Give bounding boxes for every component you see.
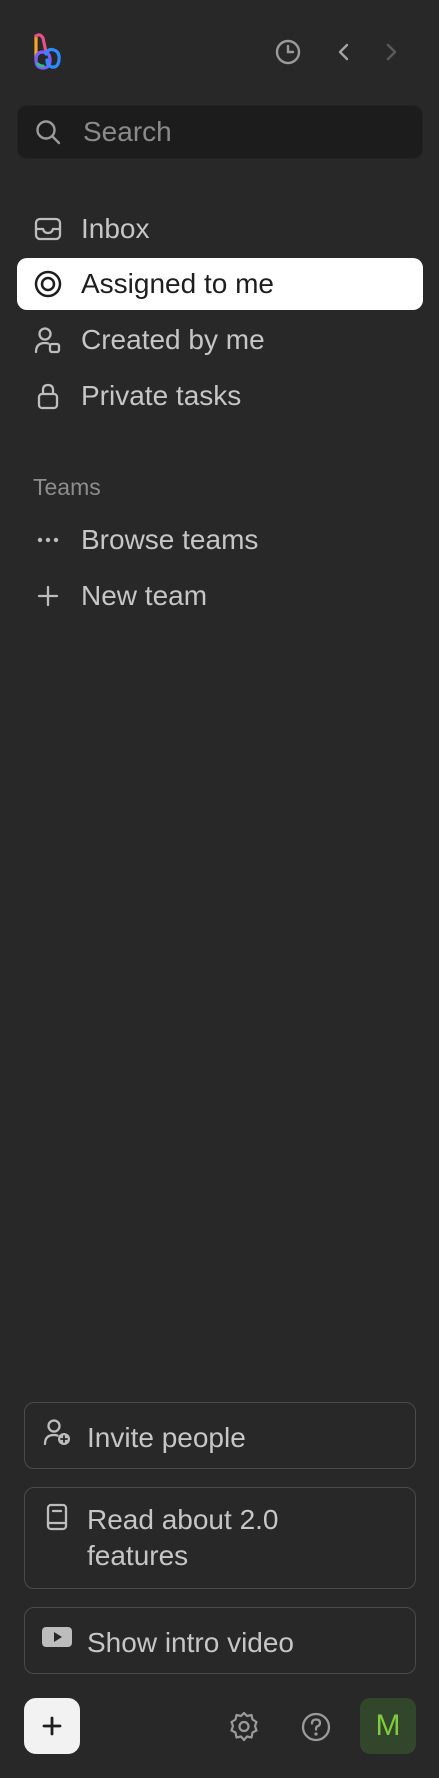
app-logo-icon[interactable] (30, 30, 66, 74)
invite-people-label: Invite people (87, 1422, 246, 1453)
teams-section-label: Teams (33, 474, 101, 500)
nav-item-label: Assigned to me (81, 268, 274, 299)
invite-people-button[interactable]: Invite people (24, 1402, 416, 1469)
inbox-icon (32, 213, 64, 245)
user-created-icon (32, 324, 64, 356)
avatar[interactable]: M (360, 1698, 416, 1754)
nav-item-assigned-to-me[interactable]: Assigned to me (17, 258, 423, 310)
plus-icon (42, 1716, 62, 1736)
top-bar (0, 30, 439, 74)
avatar-initial: M (375, 1709, 401, 1742)
show-intro-video-button[interactable]: Show intro video (24, 1607, 416, 1674)
nav-item-browse-teams[interactable]: Browse teams (17, 514, 423, 566)
search-input[interactable] (83, 116, 383, 148)
clock-icon[interactable] (272, 36, 304, 68)
nav-item-label: Inbox (81, 213, 150, 244)
nav-item-label: Private tasks (81, 380, 242, 411)
search-bar[interactable] (17, 105, 423, 159)
add-button[interactable] (24, 1698, 80, 1754)
target-icon (32, 268, 64, 300)
lock-icon (32, 380, 64, 412)
read-features-label: Read about 2.0 features (87, 1504, 279, 1571)
nav-item-inbox[interactable]: Inbox (17, 203, 423, 255)
nav-item-label: Browse teams (81, 524, 259, 555)
user-add-icon (41, 1416, 73, 1448)
read-features-button[interactable]: Read about 2.0 features (24, 1487, 416, 1589)
plus-icon (32, 580, 64, 612)
sidebar: Inbox Assigned to me Created by me (0, 0, 439, 1778)
chevron-left-icon[interactable] (328, 36, 360, 68)
nav-item-label: New team (81, 580, 208, 611)
show-intro-video-label: Show intro video (87, 1627, 295, 1658)
chevron-right-icon[interactable] (375, 36, 407, 68)
nav-item-new-team[interactable]: New team (17, 570, 423, 622)
nav-item-private-tasks[interactable]: Private tasks (17, 370, 423, 422)
nav-item-label: Created by me (81, 324, 265, 355)
footer-bar: M (0, 1698, 439, 1754)
gear-icon[interactable] (227, 1710, 261, 1744)
ellipsis-icon (32, 524, 64, 556)
search-icon (33, 117, 63, 147)
nav-item-created-by-me[interactable]: Created by me (17, 314, 423, 366)
help-icon[interactable] (299, 1710, 333, 1744)
youtube-icon (41, 1621, 73, 1653)
book-icon (41, 1501, 73, 1533)
